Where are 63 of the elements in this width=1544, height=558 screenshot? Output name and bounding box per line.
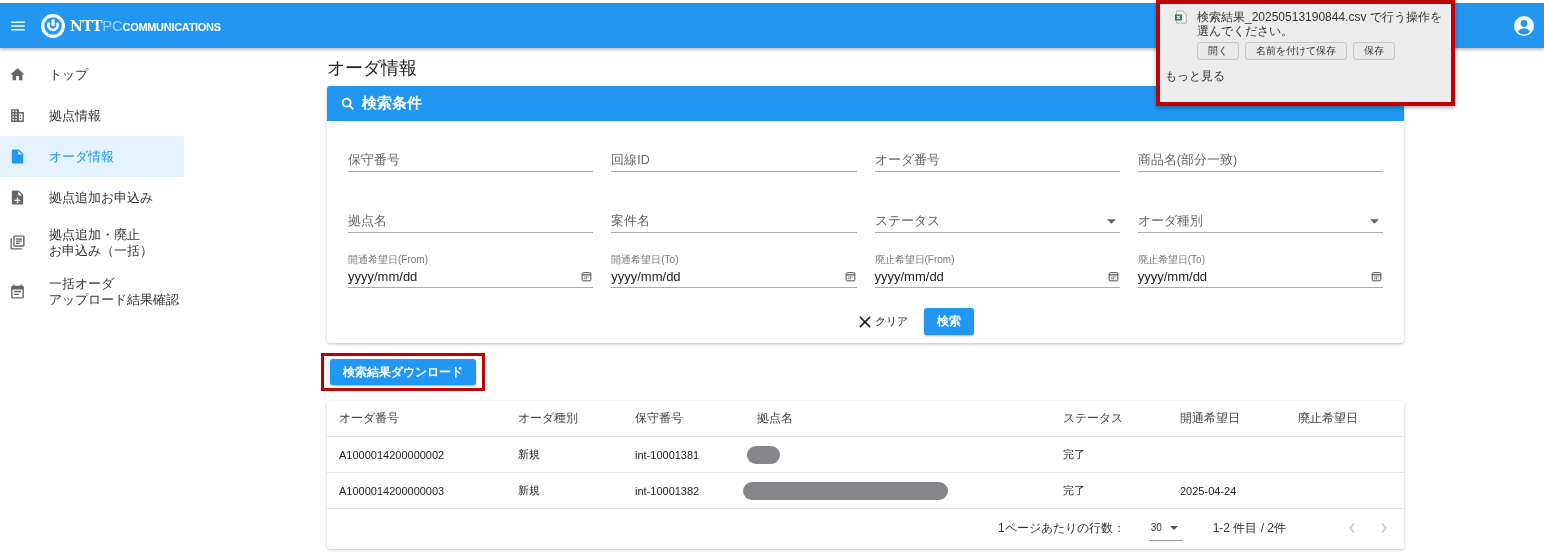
prompt-button[interactable]: 開く [1197,42,1239,60]
dropdown-caret-icon [1370,219,1379,224]
company-logo-text: NTTPCCOMMUNICATIONS [70,17,221,34]
table-cell-text: A1000014200000003 [339,484,446,497]
table-cell-text: int-10001382 [635,484,701,497]
dropdown-caret-icon [1169,525,1178,530]
column-header: オーダ番号 [339,410,400,427]
library-icon [9,234,26,251]
input-field[interactable]: 廃止希望日(From) yyyy/mm/dd [874,253,1120,288]
input-field[interactable]: 廃止希望日(To) yyyy/mm/dd [1137,253,1383,288]
rows-per-page-select[interactable]: 30 [1148,515,1183,541]
rows-per-page-label: 1ページあたりの行数： [997,519,1125,537]
close-icon [859,315,871,328]
table-cell-text: 完了 [1063,483,1086,498]
home-icon [9,66,26,83]
table-cell-text: A1000014200000002 [339,448,446,461]
search-icon [340,95,356,112]
input-field[interactable]: 開通希望日(To) yyyy/mm/dd [611,253,857,288]
column-header: 保守番号 [635,410,684,427]
table-cell-text: 完了 [1063,447,1086,462]
prompt-button[interactable]: 保存 [1353,42,1395,60]
see-more-link[interactable]: もっと見る [1165,68,1225,85]
sidebar-item[interactable]: トップ [0,54,184,95]
column-header: 開通希望日 [1180,410,1241,427]
calendar-icon[interactable] [580,270,594,283]
input-field[interactable]: 拠点名 [348,196,594,233]
input-field[interactable]: 保守番号 [348,135,594,172]
sidebar-item[interactable]: 拠点追加・廃止 お申込み（一括） [0,218,184,267]
logo-ring-icon [40,12,66,39]
file-icon [9,148,26,165]
input-field[interactable]: 回線ID [611,135,857,172]
prompt-message: 検索結果_20250513190844.csv で行う操作を選んでください。 [1197,10,1443,38]
account-icon[interactable] [1512,13,1536,38]
dropdown-caret-icon [1106,219,1116,224]
input-field[interactable]: 案件名 [611,196,857,233]
clear-button[interactable]: クリア [855,310,912,333]
spreadsheet-file-icon [1175,10,1187,24]
table-cell-text: int-10001381 [635,448,701,461]
input-field[interactable]: オーダ番号 [874,135,1120,172]
sidebar-item[interactable]: 拠点追加お申込み [0,177,184,218]
table-cell: 2025-04-24 [1180,484,1237,497]
column-header: 拠点名 [757,410,794,427]
page-title: オーダ情報 [327,57,417,80]
calendar-icon[interactable] [1106,270,1120,283]
building-icon [9,107,26,124]
calendar-icon[interactable] [1370,270,1383,283]
input-field[interactable]: オーダ種別 [1137,196,1383,233]
sidebar-item[interactable]: 拠点情報 [0,95,184,136]
column-header: オーダ種別 [518,410,579,427]
calendar-icon[interactable] [843,270,857,283]
input-field[interactable]: ステータス [874,196,1120,233]
table-cell-text: 新規 [518,483,541,498]
input-field[interactable]: 開通希望日(From) yyyy/mm/dd [348,253,594,288]
search-card-title: 検索条件 [362,94,422,113]
input-field[interactable]: 商品名(部分一致) [1137,135,1383,172]
column-header: 廃止希望日 [1298,410,1359,427]
page-range-text: 1-2 件目 / 2件 [1212,519,1286,537]
calendar-icon [9,283,26,300]
sidebar-item[interactable]: 一括オーダ アップロード結果確認 [0,267,184,316]
prompt-button[interactable]: 名前を付けて保存 [1245,42,1347,60]
file-plus-icon [9,189,26,206]
column-header: ステータス [1063,410,1124,427]
table-cell-text: 新規 [518,447,541,462]
